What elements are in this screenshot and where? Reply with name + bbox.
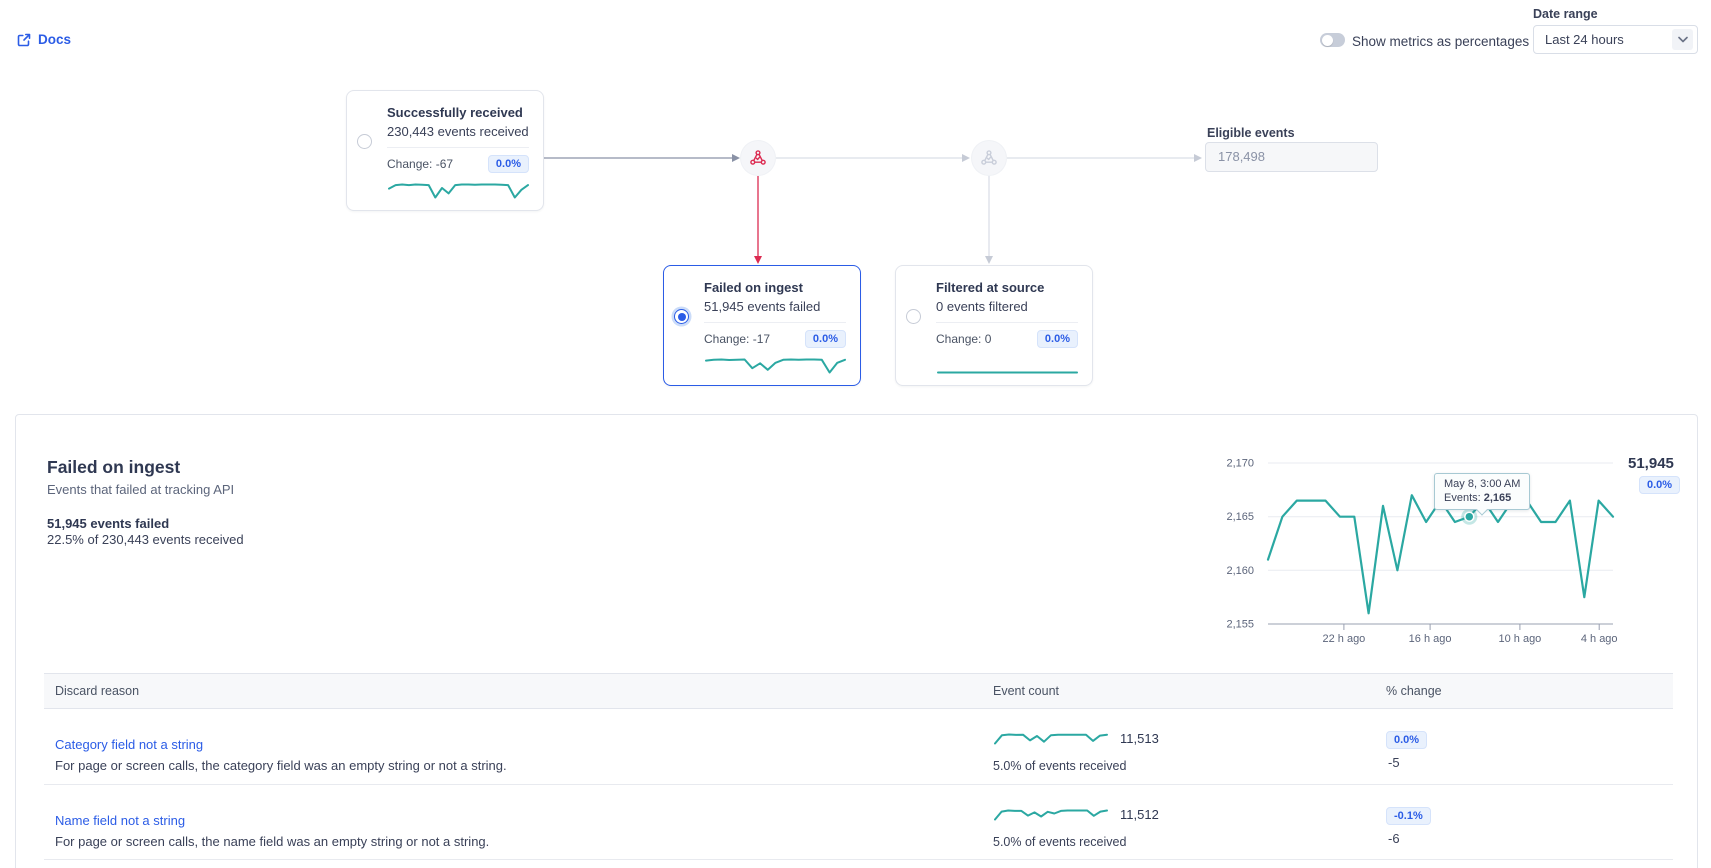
card-filtered-at-source[interactable]: Filtered at source 0 events filtered Cha… xyxy=(895,265,1093,386)
eligible-events-label: Eligible events xyxy=(1207,126,1295,140)
event-count-value: 11,512 xyxy=(1120,807,1159,822)
row-sparkline xyxy=(993,808,1109,822)
percent-change-badge: -0.1% xyxy=(1386,807,1431,825)
discard-reason-link[interactable]: Category field not a string xyxy=(55,737,203,752)
card-change-badge: 0.0% xyxy=(805,330,846,348)
panel-stat-secondary: 22.5% of 230,443 events received xyxy=(47,532,244,547)
card-subtitle: 230,443 events received xyxy=(387,124,529,139)
card-subtitle: 0 events filtered xyxy=(936,299,1078,314)
card-failed-on-ingest[interactable]: Failed on ingest 51,945 events failed Ch… xyxy=(663,265,861,386)
percentages-toggle[interactable] xyxy=(1320,33,1345,47)
card-title: Filtered at source xyxy=(936,280,1078,295)
date-range-label: Date range xyxy=(1533,7,1598,21)
card-divider xyxy=(387,147,529,148)
svg-text:22 h ago: 22 h ago xyxy=(1322,633,1365,645)
card-change-label: Change: -67 xyxy=(387,157,453,171)
card-sparkline xyxy=(936,357,1079,375)
svg-text:4 h ago: 4 h ago xyxy=(1581,633,1618,645)
absolute-change-value: -5 xyxy=(1386,755,1673,770)
external-link-icon xyxy=(17,33,31,47)
card-subtitle: 51,945 events failed xyxy=(704,299,846,314)
ingest-validation-node xyxy=(741,141,775,175)
absolute-change-value: -6 xyxy=(1386,831,1673,846)
svg-text:2,165: 2,165 xyxy=(1226,511,1254,523)
percent-change-badge: 0.0% xyxy=(1386,731,1427,749)
table-row: Category field not a string For page or … xyxy=(44,709,1673,785)
chart-total-badge: 0.0% xyxy=(1639,476,1680,494)
event-count-value: 11,513 xyxy=(1120,731,1159,746)
radio-failed-on-ingest[interactable] xyxy=(674,309,689,324)
card-change-label: Change: 0 xyxy=(936,332,991,346)
panel-stat-primary: 51,945 events failed xyxy=(47,516,169,531)
col-event-count: Event count xyxy=(993,684,1386,698)
radio-successfully-received[interactable] xyxy=(357,134,372,149)
docs-link-label: Docs xyxy=(38,32,71,47)
radio-filtered-at-source[interactable] xyxy=(906,309,921,324)
card-successfully-received[interactable]: Successfully received 230,443 events rec… xyxy=(346,90,544,211)
card-divider xyxy=(936,322,1078,323)
svg-text:2,170: 2,170 xyxy=(1226,458,1254,470)
eligible-events-value: 178,498 xyxy=(1205,142,1378,172)
failed-on-ingest-panel: Failed on ingest Events that failed at t… xyxy=(15,414,1698,868)
event-count-share: 5.0% of events received xyxy=(993,835,1386,849)
svg-text:16 h ago: 16 h ago xyxy=(1409,633,1452,645)
panel-title: Failed on ingest xyxy=(47,457,180,478)
event-count-share: 5.0% of events received xyxy=(993,759,1386,773)
chart-total-value: 51,945 xyxy=(1628,455,1674,472)
chevron-down-icon xyxy=(1672,29,1693,50)
table-row: Name field not a string For page or scre… xyxy=(44,785,1673,860)
chart-tooltip-value: 2,165 xyxy=(1484,492,1512,504)
table-header: Discard reason Event count % change xyxy=(44,673,1673,709)
discard-reason-description: For page or screen calls, the name field… xyxy=(55,834,993,849)
percentages-toggle-label[interactable]: Show metrics as percentages xyxy=(1352,34,1529,49)
validation-failed-icon xyxy=(749,149,767,167)
col-discard-reason: Discard reason xyxy=(44,684,993,698)
chart-tooltip-label: Events: xyxy=(1444,492,1481,504)
card-divider xyxy=(704,322,846,323)
validation-idle-icon xyxy=(980,149,998,167)
card-change-label: Change: -17 xyxy=(704,332,770,346)
panel-subtitle: Events that failed at tracking API xyxy=(47,482,234,497)
event-delivery-dashboard: Docs Show metrics as percentages Date ra… xyxy=(0,0,1711,868)
date-range-value: Last 24 hours xyxy=(1545,32,1624,47)
chart-tooltip: May 8, 3:00 AM Events: 2,165 xyxy=(1434,473,1530,510)
card-change-badge: 0.0% xyxy=(1037,330,1078,348)
discard-reasons-table: Discard reason Event count % change Cate… xyxy=(44,673,1673,860)
card-sparkline xyxy=(704,357,847,375)
docs-link[interactable]: Docs xyxy=(17,32,71,47)
row-sparkline xyxy=(993,732,1109,746)
date-range-select[interactable]: Last 24 hours xyxy=(1533,25,1698,54)
svg-text:10 h ago: 10 h ago xyxy=(1498,633,1541,645)
svg-text:2,160: 2,160 xyxy=(1226,565,1254,577)
col-percent-change: % change xyxy=(1386,684,1673,698)
svg-text:2,155: 2,155 xyxy=(1226,619,1254,631)
discard-reason-link[interactable]: Name field not a string xyxy=(55,813,185,828)
chart-tooltip-date: May 8, 3:00 AM xyxy=(1444,477,1520,491)
card-change-badge: 0.0% xyxy=(488,155,529,173)
discard-reason-description: For page or screen calls, the category f… xyxy=(55,758,993,773)
source-filter-node xyxy=(972,141,1006,175)
card-sparkline xyxy=(387,182,530,200)
card-title: Successfully received xyxy=(387,105,529,120)
card-title: Failed on ingest xyxy=(704,280,846,295)
